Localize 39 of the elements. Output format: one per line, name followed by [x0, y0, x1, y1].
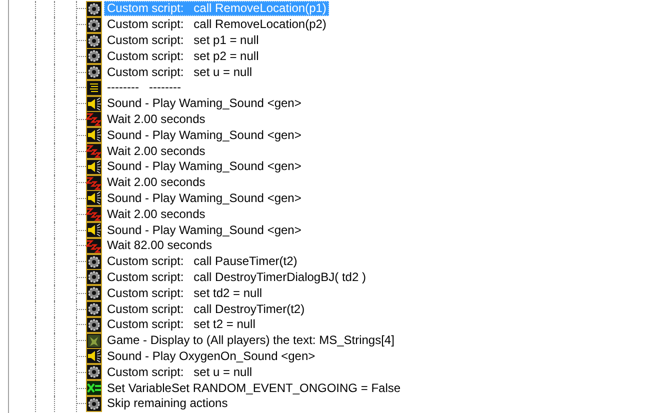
action-item[interactable]: Custom script: set td2 = null — [104, 286, 266, 301]
action-item[interactable]: Wait 2.00 seconds — [104, 206, 208, 222]
sleep-icon — [86, 111, 102, 128]
action-item[interactable]: Sound - Play OxygenOn_Sound <gen> — [104, 348, 318, 364]
action-item[interactable]: Custom script: call DestroyTimerDialogBJ( td2 ) — [104, 270, 369, 285]
variable-icon — [86, 380, 102, 396]
action-item[interactable]: Wait 2.00 seconds — [104, 112, 208, 127]
action-item[interactable]: Custom script: set u = null — [104, 64, 256, 80]
speaker-icon — [86, 190, 102, 206]
speaker-icon — [86, 222, 102, 238]
action-item[interactable]: Custom script: call DestroyTimer(t2) — [104, 302, 308, 317]
action-item[interactable]: Custom script: set p1 = null — [104, 32, 262, 48]
action-item[interactable]: Sound - Play Waming_Sound <gen> — [104, 159, 304, 174]
game-icon — [86, 332, 102, 349]
speaker-icon — [86, 348, 102, 364]
action-item[interactable]: Custom script: call PauseTimer(t2) — [104, 254, 300, 270]
action-item[interactable]: Custom script: call RemoveLocation(p2) — [104, 17, 330, 32]
sleep-icon — [86, 143, 102, 160]
action-item[interactable]: Custom script: set u = null — [104, 364, 256, 380]
action-item[interactable]: Custom script: set p2 = null — [104, 48, 262, 64]
action-item[interactable]: Skip remaining actions — [104, 396, 231, 412]
speaker-icon — [86, 96, 102, 112]
action-item[interactable]: -------- -------- — [104, 80, 184, 96]
action-item[interactable]: Wait 2.00 seconds — [104, 144, 208, 159]
action-item[interactable]: Wait 2.00 seconds — [104, 175, 208, 190]
action-item[interactable]: Sound - Play Waming_Sound <gen> — [104, 222, 304, 238]
speaker-icon — [86, 158, 102, 175]
sleep-icon — [86, 206, 102, 222]
action-item[interactable]: Sound - Play Waming_Sound <gen> — [104, 190, 304, 206]
speaker-icon — [86, 127, 102, 144]
action-item[interactable]: Custom script: set t2 = null — [104, 317, 258, 332]
comment-lines-icon — [86, 80, 102, 96]
sleep-icon — [86, 238, 102, 254]
action-item[interactable]: Sound - Play Waming_Sound <gen> — [104, 96, 304, 112]
action-item[interactable]: Game - Display to (All players) the text: MS_Strings[4] — [104, 333, 398, 348]
action-item[interactable]: Wait 82.00 seconds — [104, 238, 215, 254]
sleep-icon — [86, 174, 102, 191]
action-item[interactable]: Set VariableSet RANDOM_EVENT_ONGOING = False — [104, 380, 404, 396]
action-item[interactable]: Sound - Play Waming_Sound <gen> — [104, 128, 304, 143]
